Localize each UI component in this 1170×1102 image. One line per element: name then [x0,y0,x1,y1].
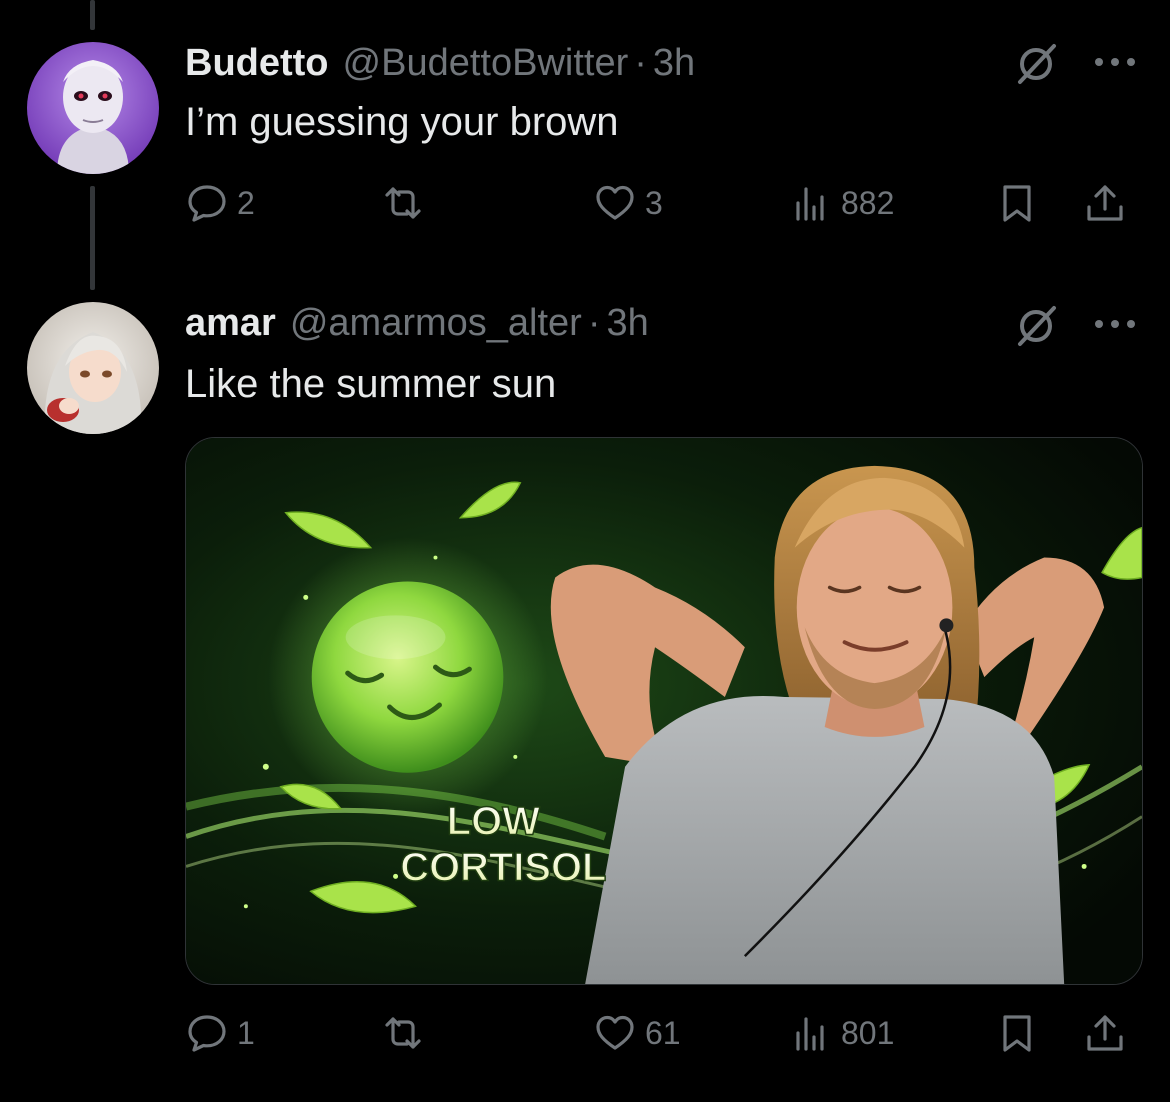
like-icon [596,1015,634,1050]
grok-icon[interactable] [1012,40,1060,88]
share-button[interactable] [1083,178,1127,228]
share-icon [1087,185,1123,221]
retweet-icon [385,187,421,219]
separator-dot: · [634,42,647,84]
bookmark-icon [1003,1015,1031,1052]
avatar[interactable] [27,42,159,174]
views-button[interactable]: 882 [789,178,894,228]
like-count: 61 [645,1014,681,1051]
grok-icon[interactable] [1012,302,1060,350]
more-icon[interactable] [1092,52,1138,72]
anime-character-avatar-icon [27,42,159,174]
user-handle[interactable]: @amarmos_alter [290,302,582,345]
bookmark-button[interactable] [995,1008,1039,1058]
bookmark-button[interactable] [995,178,1039,228]
like-count: 3 [645,184,663,221]
reply-count: 1 [237,1014,255,1051]
views-icon [796,187,824,221]
media-caption-line2: CORTISOL [400,845,606,889]
tweet-text: I’m guessing your brown [185,100,619,144]
retweet-button[interactable] [381,1008,433,1058]
like-button[interactable]: 61 [593,1008,681,1058]
reply-button[interactable]: 2 [185,178,255,228]
reply-icon [188,1015,226,1052]
more-icon[interactable] [1092,314,1138,334]
reply-icon [188,185,226,222]
timestamp[interactable]: 3h [607,302,649,345]
thread-line-top [90,0,95,30]
bookmark-icon [1003,185,1031,222]
tweet-actions: 2 3 882 [185,178,1140,228]
tweet-header: Budetto @BudettoBwitter · 3h [185,42,695,85]
low-cortisol-image: LOW CORTISOL [186,438,1142,984]
anime-girl-avatar-icon [27,302,159,434]
tweet-text: Like the summer sun [185,362,557,406]
views-button[interactable]: 801 [789,1008,894,1058]
share-icon [1087,1015,1123,1051]
display-name[interactable]: Budetto [185,42,329,85]
reply-count: 2 [237,184,255,221]
avatar[interactable] [27,302,159,434]
timestamp[interactable]: 3h [653,42,695,85]
retweet-icon [385,1017,421,1049]
separator-dot: · [587,302,601,344]
view-count: 801 [841,1014,895,1051]
share-button[interactable] [1083,1008,1127,1058]
user-handle[interactable]: @BudettoBwitter [343,42,629,85]
display-name[interactable]: amar [185,302,276,345]
reply-button[interactable]: 1 [185,1008,255,1058]
conversation-feed: Budetto @BudettoBwitter · 3h I’m guessin… [0,0,1170,1102]
like-icon [596,185,634,220]
media-caption-line1: LOW [447,800,540,844]
thread-line-connector [90,186,95,290]
view-count: 882 [841,184,895,221]
retweet-button[interactable] [381,178,433,228]
tweet-media-image[interactable]: LOW CORTISOL [185,437,1143,985]
like-button[interactable]: 3 [593,178,663,228]
tweet-actions: 1 61 801 [185,1008,1140,1058]
tweet-header: amar @amarmos_alter · 3h [185,302,649,345]
views-icon [796,1017,824,1051]
